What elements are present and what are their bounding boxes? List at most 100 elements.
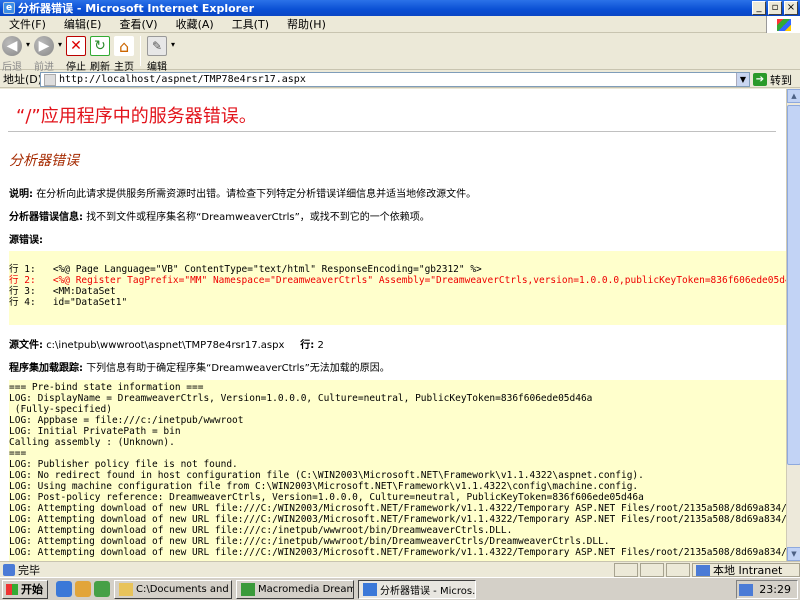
taskbar: 开始 C:\Documents and Se... Macromedia Dre…: [0, 577, 800, 600]
start-button[interactable]: 开始: [2, 579, 48, 599]
log-line: LOG: Post-policy reference: DreamweaverC…: [9, 492, 644, 503]
error-message-paragraph: 分析器错误信息: 找不到文件或程序集名称“DreamweaverCtrls”，或…: [9, 208, 430, 223]
log-line: LOG: Attempting download of new URL file…: [9, 514, 786, 525]
status-bar: 完毕 本地 Intranet: [0, 561, 800, 577]
status-text: 完毕: [18, 563, 40, 577]
ie-quicklaunch-icon[interactable]: [56, 581, 72, 597]
status-panel-empty: [640, 563, 664, 577]
restore-button[interactable]: ▫: [768, 1, 782, 15]
address-bar: 地址(D) http://localhost/aspnet/TMP78e4rsr…: [0, 71, 800, 88]
log-line: === Pre-bind state information ===: [9, 382, 204, 393]
log-line: LOG: Attempting download of new URL file…: [9, 536, 610, 547]
log-line: LOG: DisplayName = DreamweaverCtrls, Ver…: [9, 393, 593, 404]
task-ie-window[interactable]: 分析器错误 - Micros...: [358, 579, 476, 599]
home-icon: ⌂: [114, 36, 135, 56]
log-line: LOG: Attempting download of new URL file…: [9, 503, 786, 514]
log-line: Calling assembly : (Unknown).: [9, 437, 175, 448]
error-message-text: 找不到文件或程序集名称“DreamweaverCtrls”，或找不到它的一个依赖…: [86, 212, 430, 223]
system-tray: 23:29: [736, 580, 798, 599]
menu-tools[interactable]: 工具(T): [223, 16, 278, 32]
ie-app-icon[interactable]: e: [3, 2, 15, 14]
source-file-value: c:\inetpub\wwwroot\aspnet\TMP78e4rsr17.a…: [46, 340, 285, 351]
error-message-label: 分析器错误信息:: [9, 212, 83, 223]
menu-favorites[interactable]: 收藏(A): [167, 16, 223, 32]
source-code-box: 行 1: <%@ Page Language="VB" ContentType=…: [9, 251, 786, 325]
go-label: 转到: [770, 73, 792, 87]
toolbar-separator: [140, 36, 142, 66]
menu-help[interactable]: 帮助(H): [278, 16, 335, 32]
back-button[interactable]: ◀ 后退: [2, 34, 22, 73]
page-heading: “/”应用程序中的服务器错误。: [16, 106, 257, 127]
forward-button[interactable]: ▶ 前进: [34, 34, 55, 73]
task-label: Macromedia Dreamwea...: [258, 583, 354, 595]
log-line: LOG: Using machine configuration file fr…: [9, 481, 639, 492]
dreamweaver-icon: [241, 582, 255, 596]
quick-launch: [56, 581, 110, 597]
home-button[interactable]: ⌂ 主页: [114, 34, 135, 73]
assembly-trace-label: 程序集加载跟踪:: [9, 363, 83, 374]
window-controls: _ ▫ ×: [752, 1, 798, 15]
status-panels: 本地 Intranet: [612, 563, 800, 577]
folder-icon: [119, 582, 133, 596]
address-input[interactable]: http://localhost/aspnet/TMP78e4rsr17.asp…: [40, 72, 750, 87]
assembly-trace-text: 下列信息有助于确定程序集“DreamweaverCtrls”无法加载的原因。: [86, 363, 390, 374]
edit-button[interactable]: ✎ 编辑: [147, 34, 168, 73]
windows-flag-icon: [6, 583, 18, 595]
minimize-button[interactable]: _: [752, 1, 766, 15]
description-text: 在分析向此请求提供服务所需资源时出错。请检查下列特定分析错误详细信息并适当地修改…: [36, 189, 477, 200]
security-zone-panel: 本地 Intranet: [692, 563, 800, 577]
task-label: 分析器错误 - Micros...: [380, 585, 476, 597]
status-panel-empty: [614, 563, 638, 577]
menu-bar: 文件(F) 编辑(E) 查看(V) 收藏(A) 工具(T) 帮助(H): [0, 16, 800, 33]
task-dreamweaver-window[interactable]: Macromedia Dreamwea...: [236, 579, 354, 599]
address-url[interactable]: http://localhost/aspnet/TMP78e4rsr17.asp…: [59, 74, 306, 85]
menu-file[interactable]: 文件(F): [0, 16, 55, 32]
start-label: 开始: [21, 583, 43, 596]
ie-icon: [363, 582, 377, 596]
heading-divider: [8, 131, 776, 132]
log-line: LOG: Attempting download of new URL file…: [9, 547, 786, 558]
log-line: LOG: No redirect found in host configura…: [9, 470, 644, 481]
address-label: 地址(D): [3, 73, 43, 86]
assembly-log-box: === Pre-bind state information === LOG: …: [9, 380, 786, 561]
menu-edit[interactable]: 编辑(E): [55, 16, 111, 32]
network-tray-icon[interactable]: [739, 583, 754, 596]
task-explorer-window[interactable]: C:\Documents and Se...: [114, 579, 232, 599]
refresh-icon: ↻: [90, 36, 111, 56]
close-button[interactable]: ×: [784, 1, 798, 15]
forward-dropdown-icon[interactable]: ▾: [58, 40, 62, 49]
title-bar: e 分析器错误 - Microsoft Internet Explorer _ …: [0, 0, 800, 16]
go-button[interactable]: ➔ 转到: [753, 72, 792, 87]
stop-button[interactable]: ✕ 停止: [66, 34, 87, 73]
forward-arrow-icon: ▶: [34, 36, 55, 56]
log-line: LOG: Initial PrivatePath = bin: [9, 426, 181, 437]
source-line-3: 行 3: <MM:DataSet: [9, 286, 116, 297]
scroll-down-icon[interactable]: ▼: [787, 547, 800, 561]
source-file-paragraph: 源文件: c:\inetpub\wwwroot\aspnet\TMP78e4rs…: [9, 336, 324, 351]
log-line: (Fully-specified): [9, 404, 112, 415]
media-quicklaunch-icon[interactable]: [75, 581, 91, 597]
clock: 23:29: [759, 583, 791, 596]
edit-icon: ✎: [147, 36, 168, 56]
app-quicklaunch-icon[interactable]: [94, 581, 110, 597]
refresh-button[interactable]: ↻ 刷新: [90, 34, 111, 73]
log-line: LOG: Publisher policy file is not found.: [9, 459, 238, 470]
description-label: 说明:: [9, 189, 33, 200]
back-arrow-icon: ◀: [2, 36, 22, 56]
status-panel-empty: [666, 563, 690, 577]
zone-label: 本地 Intranet: [713, 564, 783, 577]
menu-view[interactable]: 查看(V): [110, 16, 166, 32]
scroll-up-icon[interactable]: ▲: [787, 89, 800, 103]
scroll-thumb[interactable]: [787, 105, 800, 465]
back-dropdown-icon[interactable]: ▾: [26, 40, 30, 49]
vertical-scrollbar[interactable]: ▲ ▼: [786, 89, 800, 561]
source-line-1: 行 1: <%@ Page Language="VB" ContentType=…: [9, 264, 482, 275]
source-error-label: 源错误:: [9, 235, 43, 246]
task-label: C:\Documents and Se...: [136, 583, 231, 595]
description-paragraph: 说明: 在分析向此请求提供服务所需资源时出错。请检查下列特定分析错误详细信息并适…: [9, 185, 476, 200]
address-dropdown-icon[interactable]: ▼: [736, 73, 749, 86]
edit-dropdown-icon[interactable]: ▾: [171, 40, 175, 49]
assembly-trace-paragraph: 程序集加载跟踪: 下列信息有助于确定程序集“DreamweaverCtrls”无…: [9, 359, 390, 374]
intranet-zone-icon: [696, 564, 710, 576]
window-title: 分析器错误 - Microsoft Internet Explorer: [18, 2, 254, 15]
